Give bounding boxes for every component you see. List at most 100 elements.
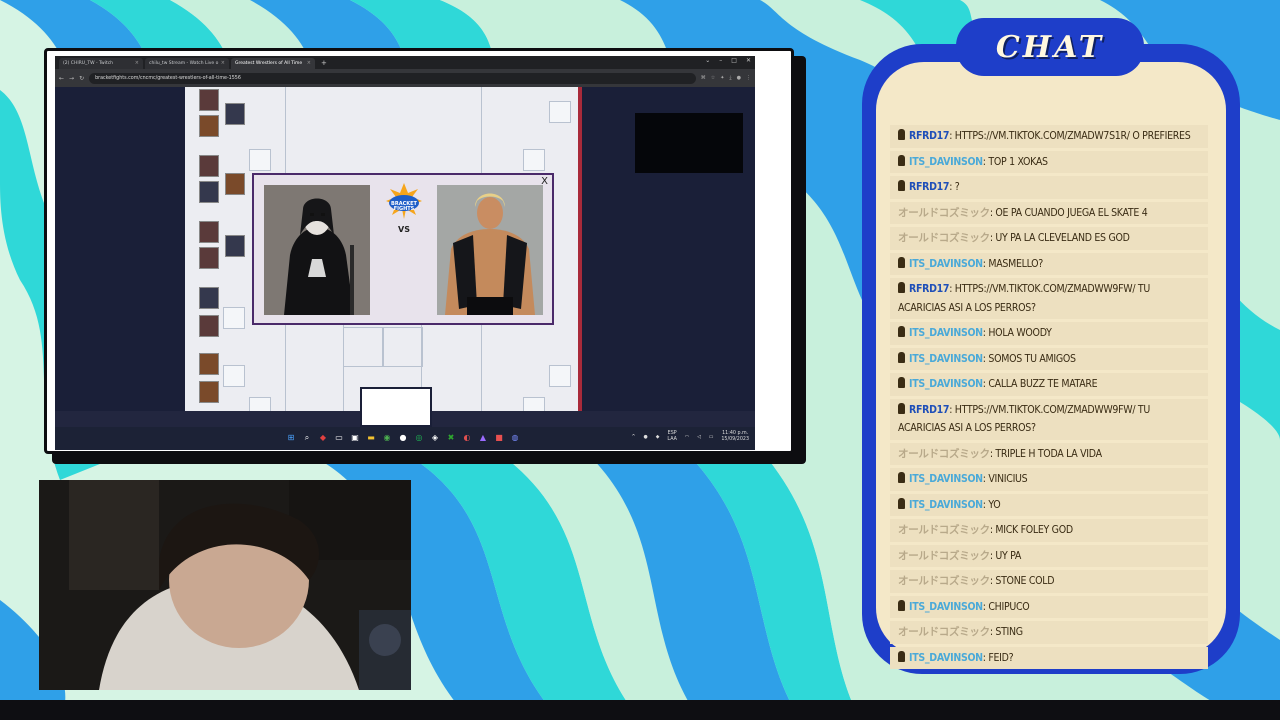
battery-icon[interactable]: ▭	[709, 435, 714, 440]
chat-username[interactable]: オールドコズミック	[898, 232, 990, 244]
folder-icon[interactable]: ▬	[365, 432, 377, 444]
close-icon[interactable]: ✕	[746, 57, 751, 64]
chat-username[interactable]: ITS_DAVINSON	[909, 652, 983, 664]
champion-slot[interactable]	[360, 387, 432, 427]
windows-start-icon[interactable]: ⊞	[285, 432, 297, 444]
reload-icon[interactable]: ↻	[79, 75, 84, 82]
chat-username[interactable]: オールドコズミック	[898, 207, 990, 219]
close-icon[interactable]: ×	[135, 58, 139, 69]
volume-icon[interactable]: ◁	[697, 435, 701, 440]
chat-username[interactable]: オールドコズミック	[898, 550, 990, 562]
chat-username[interactable]: RFRD17	[909, 130, 950, 142]
chat-text: : CALLA BUZZ TE MATARE	[982, 378, 1098, 390]
fighter-right-image[interactable]	[437, 185, 543, 315]
browser-tab[interactable]: (2) CHIRU_TW - Twitch ×	[59, 58, 143, 69]
url-input[interactable]: bracketfights.com/cncmc/greatest-wrestle…	[89, 72, 696, 84]
bracket-slot[interactable]	[249, 149, 271, 171]
chat-username[interactable]: ITS_DAVINSON	[909, 378, 983, 390]
browser-tab[interactable]: chilu_tw Stream - Watch Live o ×	[145, 58, 229, 69]
bracket-slot[interactable]	[383, 327, 423, 367]
chat-message: ITS_DAVINSON: VINICIUS	[890, 468, 1208, 491]
chat-username[interactable]: オールドコズミック	[898, 448, 990, 460]
competitor-thumb[interactable]	[199, 89, 219, 111]
bracket-slot[interactable]	[523, 149, 545, 171]
translate-icon[interactable]: ⌘	[701, 75, 706, 81]
wifi-icon[interactable]: ◠	[685, 435, 689, 440]
competitor-thumb[interactable]	[199, 181, 219, 203]
back-icon[interactable]: ←	[59, 75, 64, 82]
search-icon[interactable]: ⌕	[301, 432, 313, 444]
chat-username[interactable]: ITS_DAVINSON	[909, 327, 983, 339]
competitor-thumb[interactable]	[199, 287, 219, 309]
competitor-thumb[interactable]	[225, 235, 245, 257]
discord-icon[interactable]: ◍	[509, 432, 521, 444]
competitor-thumb[interactable]	[225, 173, 245, 195]
competitor-thumb[interactable]	[199, 381, 219, 403]
chevron-down-icon[interactable]: ⌄	[705, 57, 710, 64]
spotify-icon[interactable]: ◎	[413, 432, 425, 444]
chat-username[interactable]: オールドコズミック	[898, 575, 990, 587]
chat-text: : SOMOS TU AMIGOS	[982, 352, 1076, 365]
competitor-thumb[interactable]	[199, 221, 219, 243]
competitor-thumb[interactable]	[199, 115, 219, 137]
tab-label: Greatest Wrestlers of All Time	[235, 61, 303, 66]
competitor-thumb[interactable]	[199, 353, 219, 375]
app-icon[interactable]: ◐	[461, 432, 473, 444]
chat-username[interactable]: オールドコズミック	[898, 626, 990, 638]
window-controls: ⌄ – □ ✕	[705, 57, 751, 64]
competitor-thumb[interactable]	[199, 315, 219, 337]
chat-text: : MASMELLO?	[982, 257, 1044, 270]
competitor-thumb[interactable]	[199, 155, 219, 177]
task-view-icon[interactable]: ▭	[333, 432, 345, 444]
maximize-icon[interactable]: □	[731, 57, 737, 64]
bracket-slot[interactable]	[223, 307, 245, 329]
fighter-left-image[interactable]	[264, 185, 370, 315]
app-tray-icon[interactable]: ◆	[656, 435, 660, 440]
bracket-slot[interactable]	[549, 101, 571, 123]
bracket-slot[interactable]	[549, 365, 571, 387]
twitch-icon[interactable]: ▲	[477, 432, 489, 444]
app-icon[interactable]: ◈	[429, 432, 441, 444]
obs-icon[interactable]: ●	[397, 432, 409, 444]
extensions-icon[interactable]: ✦	[720, 75, 724, 81]
chevron-up-icon[interactable]: ^	[632, 435, 636, 440]
browser-tab-active[interactable]: Greatest Wrestlers of All Time ×	[231, 58, 315, 69]
mic-icon[interactable]: ●	[644, 435, 648, 440]
close-icon[interactable]: ×	[221, 58, 225, 69]
bracket-slot[interactable]	[223, 365, 245, 387]
profile-avatar-icon[interactable]: ●	[737, 75, 741, 81]
menu-icon[interactable]: ⋮	[746, 75, 751, 81]
minimize-icon[interactable]: –	[719, 57, 722, 64]
competitor-thumb[interactable]	[199, 247, 219, 269]
app-icon[interactable]: ■	[493, 432, 505, 444]
chat-username[interactable]: ITS_DAVINSON	[909, 353, 983, 365]
forward-icon[interactable]: →	[69, 75, 74, 82]
bracket-slot[interactable]	[343, 327, 383, 367]
download-icon[interactable]: ⤓	[729, 75, 731, 81]
chat-username[interactable]: ITS_DAVINSON	[909, 601, 983, 613]
competitor-thumb[interactable]	[225, 103, 245, 125]
chat-username[interactable]: ITS_DAVINSON	[909, 473, 983, 485]
calendar-app-icon[interactable]: ▣	[349, 432, 361, 444]
browser-tabbar: (2) CHIRU_TW - Twitch × chilu_tw Stream -…	[55, 56, 755, 69]
chat-username[interactable]: RFRD17	[909, 404, 950, 416]
user-badge-icon	[898, 599, 905, 611]
chat-username[interactable]: RFRD17	[909, 181, 950, 193]
chat-username[interactable]: オールドコズミック	[898, 524, 990, 536]
side-strip	[578, 87, 582, 427]
close-icon[interactable]: ×	[307, 58, 311, 69]
chrome-icon[interactable]: ◉	[381, 432, 393, 444]
new-tab-button[interactable]: +	[317, 58, 331, 69]
chat-username[interactable]: ITS_DAVINSON	[909, 156, 983, 168]
language-indicator[interactable]: ESP LAA	[667, 431, 676, 443]
bookmark-star-icon[interactable]: ☆	[711, 75, 715, 81]
shield-app-icon[interactable]: ◆	[317, 432, 329, 444]
star-icon: BRACKET FIGHTS	[386, 183, 422, 219]
webcam-image	[39, 480, 411, 690]
chat-username[interactable]: RFRD17	[909, 283, 950, 295]
taskbar-clock[interactable]: 11:40 p.m. 15/09/2023	[721, 431, 749, 443]
chat-username[interactable]: ITS_DAVINSON	[909, 258, 983, 270]
chat-username[interactable]: ITS_DAVINSON	[909, 499, 983, 511]
xbox-icon[interactable]: ✖	[445, 432, 457, 444]
chat-message: オールドコズミック: UY PA	[890, 544, 1208, 567]
